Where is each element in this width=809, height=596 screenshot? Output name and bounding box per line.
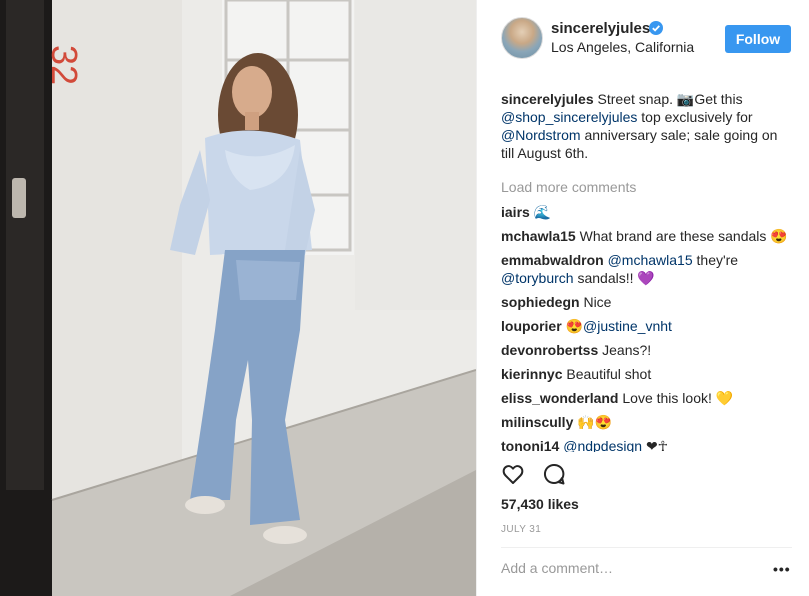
comment-item: sophiedegn Nice	[501, 293, 791, 311]
comment-mention-2[interactable]: @toryburch	[501, 270, 574, 286]
comment-text: 🙌😍	[577, 414, 613, 430]
heart-icon[interactable]	[501, 462, 525, 486]
avatar[interactable]	[501, 17, 543, 59]
caption-mention-nordstrom[interactable]: @Nordstrom	[501, 127, 581, 143]
divider	[501, 547, 792, 548]
post-actions	[501, 462, 791, 486]
wall-number: 32	[44, 45, 85, 85]
comment-item: iairs 🌊	[501, 203, 791, 221]
comment-item: eliss_wonderland Love this look! 💛	[501, 389, 791, 407]
comment-text: 😍	[565, 318, 583, 334]
post-sidebar: sincerelyjules Los Angeles, California F…	[476, 0, 809, 596]
post-location[interactable]: Los Angeles, California	[551, 39, 694, 55]
comment-text: they're	[692, 252, 739, 268]
caption-mention-shop[interactable]: @shop_sincerelyjules	[501, 109, 637, 125]
comment-username[interactable]: iairs	[501, 204, 530, 220]
comment-mention[interactable]: @justine_vnht	[583, 318, 672, 334]
comment-text: What brand are these sandals 😍	[579, 228, 788, 244]
likes-count[interactable]: 57,430 likes	[501, 496, 579, 512]
comment-item: tononi14 @ndpdesign ❤☥	[501, 437, 791, 452]
comment-icon[interactable]	[542, 462, 566, 486]
caption-text: Street snap. 📷Get this	[597, 91, 743, 107]
comment-item: mchawla15 What brand are these sandals 😍	[501, 227, 791, 245]
post-username[interactable]: sincerelyjules	[551, 20, 650, 37]
comment-item: milinscully 🙌😍	[501, 413, 791, 431]
post-photo[interactable]: 32	[0, 0, 476, 596]
comment-username[interactable]: milinscully	[501, 414, 573, 430]
comment-text: Nice	[583, 294, 612, 310]
comments-list: sincerelyjules Street snap. 📷Get this @s…	[501, 90, 791, 452]
comment-username[interactable]: kierinnyc	[501, 366, 562, 382]
comment-item: kierinnyc Beautiful shot	[501, 365, 791, 383]
comment-item: louporier 😍@justine_vnht	[501, 317, 791, 335]
post-header: sincerelyjules Los Angeles, California F…	[477, 0, 809, 78]
more-options-icon[interactable]: •••	[773, 561, 791, 577]
comment-mention[interactable]: @mchawla15	[608, 252, 693, 268]
street-photo-illustration: 32	[0, 0, 476, 596]
comment-text: ❤☥	[642, 438, 669, 452]
comment-username[interactable]: tononi14	[501, 438, 559, 452]
post-date[interactable]: JULY 31	[501, 524, 541, 535]
caption-text-2: top exclusively for	[637, 109, 753, 125]
post-caption: sincerelyjules Street snap. 📷Get this @s…	[501, 90, 791, 162]
follow-button[interactable]: Follow	[725, 25, 791, 53]
comment-text: Jeans?!	[602, 342, 652, 358]
comment-username[interactable]: eliss_wonderland	[501, 390, 618, 406]
comment-item: emmabwaldron @mchawla15 they're @torybur…	[501, 251, 791, 287]
comment-item: devonrobertss Jeans?!	[501, 341, 791, 359]
verified-badge-icon	[649, 21, 663, 35]
comment-text: 🌊	[533, 204, 552, 220]
comment-username[interactable]: emmabwaldron	[501, 252, 604, 268]
caption-username[interactable]: sincerelyjules	[501, 91, 594, 107]
comment-username[interactable]: sophiedegn	[501, 294, 580, 310]
instagram-post: 32 sincerelyjules Los Angeles, Californi…	[0, 0, 809, 596]
add-comment-input[interactable]: Add a comment…	[501, 560, 613, 576]
comment-text: Love this look! 💛	[622, 390, 734, 406]
comment-text: Beautiful shot	[566, 366, 652, 382]
comment-mention[interactable]: @ndpdesign	[563, 438, 642, 452]
comment-username[interactable]: louporier	[501, 318, 562, 334]
comment-text-2: sandals!! 💜	[573, 270, 655, 286]
comment-username[interactable]: mchawla15	[501, 228, 576, 244]
load-more-comments-link[interactable]: Load more comments	[501, 178, 791, 196]
comment-username[interactable]: devonrobertss	[501, 342, 598, 358]
